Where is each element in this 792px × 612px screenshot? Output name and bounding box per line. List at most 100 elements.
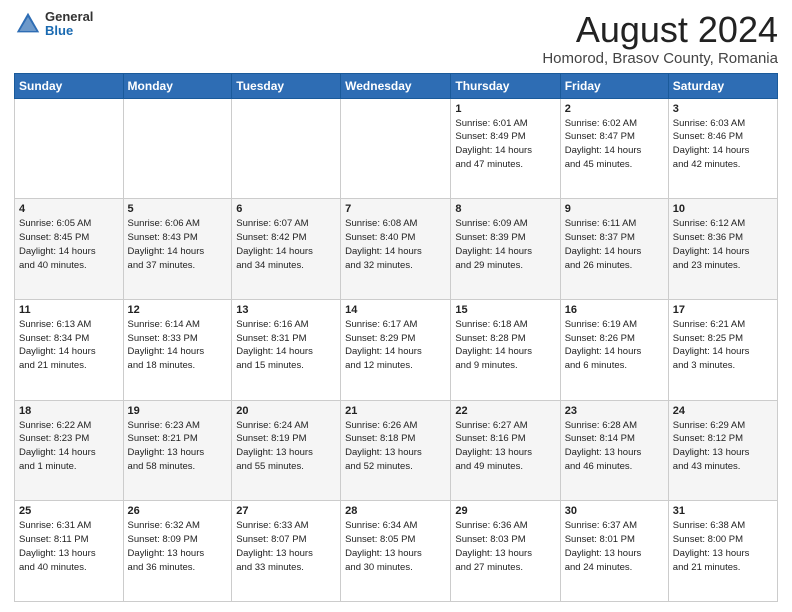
day-number: 23 [565, 405, 664, 417]
calendar-header-tuesday: Tuesday [232, 73, 341, 98]
calendar-week-3: 11 Sunrise: 6:13 AM Sunset: 8:34 PM Dayli… [15, 299, 778, 400]
day-number: 9 [565, 203, 664, 215]
calendar-cell [123, 98, 232, 199]
calendar-cell: 24Sunrise: 6:29 AM Sunset: 8:12 PM Dayli… [668, 400, 777, 501]
day-info: Sunrise: 6:28 AM Sunset: 8:14 PM Dayligh… [565, 419, 664, 474]
day-info: Sunrise: 6:08 AM Sunset: 8:40 PM Dayligh… [345, 217, 446, 272]
calendar-cell: 17 Sunrise: 6:21 AM Sunset: 8:25 PM Dayli… [668, 299, 777, 400]
calendar-cell: 31Sunrise: 6:38 AM Sunset: 8:00 PM Dayli… [668, 501, 777, 602]
calendar-header-monday: Monday [123, 73, 232, 98]
calendar-cell: 25 Sunrise: 6:31 AM Sunset: 8:11 PM Dayli… [15, 501, 124, 602]
day-number: 7 [345, 203, 446, 215]
calendar-cell: 18 Sunrise: 6:22 AM Sunset: 8:23 PM Dayli… [15, 400, 124, 501]
day-info: Sunrise: 6:07 AM Sunset: 8:42 PM Dayligh… [236, 217, 336, 272]
day-info: Sunrise: 6:22 AM Sunset: 8:23 PM Dayligh… [19, 419, 119, 474]
day-info: Sunrise: 6:27 AM Sunset: 8:16 PM Dayligh… [455, 419, 555, 474]
calendar-cell: 13 Sunrise: 6:16 AM Sunset: 8:31 PM Dayli… [232, 299, 341, 400]
day-number: 4 [19, 203, 119, 215]
logo: General Blue [14, 10, 93, 39]
calendar-header-saturday: Saturday [668, 73, 777, 98]
day-number: 21 [345, 405, 446, 417]
day-number: 12 [128, 304, 228, 316]
calendar-cell: 28 Sunrise: 6:34 AM Sunset: 8:05 PM Dayli… [341, 501, 451, 602]
day-info: Sunrise: 6:13 AM Sunset: 8:34 PM Dayligh… [19, 318, 119, 373]
calendar-cell: 27 Sunrise: 6:33 AM Sunset: 8:07 PM Dayli… [232, 501, 341, 602]
day-number: 18 [19, 405, 119, 417]
day-number: 5 [128, 203, 228, 215]
day-info: Sunrise: 6:31 AM Sunset: 8:11 PM Dayligh… [19, 519, 119, 574]
calendar-cell [232, 98, 341, 199]
calendar-week-2: 4 Sunrise: 6:05 AM Sunset: 8:45 PM Daylig… [15, 199, 778, 300]
day-number: 31 [673, 505, 773, 517]
calendar-header-friday: Friday [560, 73, 668, 98]
day-info: Sunrise: 6:05 AM Sunset: 8:45 PM Dayligh… [19, 217, 119, 272]
day-number: 28 [345, 505, 446, 517]
page-title: August 2024 [542, 10, 778, 50]
calendar-cell: 20Sunrise: 6:24 AM Sunset: 8:19 PM Dayli… [232, 400, 341, 501]
calendar-cell: 14Sunrise: 6:17 AM Sunset: 8:29 PM Dayli… [341, 299, 451, 400]
day-number: 6 [236, 203, 336, 215]
title-block: August 2024 Homorod, Brasov County, Roma… [542, 10, 778, 67]
day-info: Sunrise: 6:01 AM Sunset: 8:49 PM Dayligh… [455, 117, 555, 172]
day-info: Sunrise: 6:02 AM Sunset: 8:47 PM Dayligh… [565, 117, 664, 172]
calendar-week-5: 25 Sunrise: 6:31 AM Sunset: 8:11 PM Dayli… [15, 501, 778, 602]
day-info: Sunrise: 6:34 AM Sunset: 8:05 PM Dayligh… [345, 519, 446, 574]
calendar-cell: 12 Sunrise: 6:14 AM Sunset: 8:33 PM Dayli… [123, 299, 232, 400]
calendar-cell: 5 Sunrise: 6:06 AM Sunset: 8:43 PM Daylig… [123, 199, 232, 300]
calendar-header-wednesday: Wednesday [341, 73, 451, 98]
day-number: 25 [19, 505, 119, 517]
calendar-cell: 8Sunrise: 6:09 AM Sunset: 8:39 PM Daylig… [451, 199, 560, 300]
day-number: 27 [236, 505, 336, 517]
calendar-cell: 9 Sunrise: 6:11 AM Sunset: 8:37 PM Daylig… [560, 199, 668, 300]
day-number: 26 [128, 505, 228, 517]
page-subtitle: Homorod, Brasov County, Romania [542, 50, 778, 67]
calendar-cell: 16Sunrise: 6:19 AM Sunset: 8:26 PM Dayli… [560, 299, 668, 400]
day-number: 17 [673, 304, 773, 316]
day-info: Sunrise: 6:18 AM Sunset: 8:28 PM Dayligh… [455, 318, 555, 373]
calendar-header-row: SundayMondayTuesdayWednesdayThursdayFrid… [15, 73, 778, 98]
calendar: SundayMondayTuesdayWednesdayThursdayFrid… [14, 73, 778, 602]
day-number: 3 [673, 103, 773, 115]
logo-blue: Blue [45, 24, 93, 38]
day-number: 29 [455, 505, 555, 517]
day-number: 10 [673, 203, 773, 215]
day-info: Sunrise: 6:26 AM Sunset: 8:18 PM Dayligh… [345, 419, 446, 474]
calendar-cell: 4 Sunrise: 6:05 AM Sunset: 8:45 PM Daylig… [15, 199, 124, 300]
day-number: 15 [455, 304, 555, 316]
day-info: Sunrise: 6:23 AM Sunset: 8:21 PM Dayligh… [128, 419, 228, 474]
calendar-cell: 6 Sunrise: 6:07 AM Sunset: 8:42 PM Daylig… [232, 199, 341, 300]
calendar-cell: 10 Sunrise: 6:12 AM Sunset: 8:36 PM Dayli… [668, 199, 777, 300]
calendar-header-thursday: Thursday [451, 73, 560, 98]
day-number: 22 [455, 405, 555, 417]
day-info: Sunrise: 6:11 AM Sunset: 8:37 PM Dayligh… [565, 217, 664, 272]
logo-general: General [45, 10, 93, 24]
calendar-cell [15, 98, 124, 199]
page: General Blue August 2024 Homorod, Brasov… [0, 0, 792, 612]
logo-text: General Blue [45, 10, 93, 39]
day-info: Sunrise: 6:33 AM Sunset: 8:07 PM Dayligh… [236, 519, 336, 574]
day-number: 19 [128, 405, 228, 417]
day-info: Sunrise: 6:16 AM Sunset: 8:31 PM Dayligh… [236, 318, 336, 373]
day-number: 11 [19, 304, 119, 316]
day-info: Sunrise: 6:09 AM Sunset: 8:39 PM Dayligh… [455, 217, 555, 272]
day-number: 14 [345, 304, 446, 316]
calendar-cell: 29Sunrise: 6:36 AM Sunset: 8:03 PM Dayli… [451, 501, 560, 602]
day-info: Sunrise: 6:37 AM Sunset: 8:01 PM Dayligh… [565, 519, 664, 574]
calendar-week-1: 1Sunrise: 6:01 AM Sunset: 8:49 PM Daylig… [15, 98, 778, 199]
day-info: Sunrise: 6:29 AM Sunset: 8:12 PM Dayligh… [673, 419, 773, 474]
day-number: 13 [236, 304, 336, 316]
day-info: Sunrise: 6:12 AM Sunset: 8:36 PM Dayligh… [673, 217, 773, 272]
day-info: Sunrise: 6:14 AM Sunset: 8:33 PM Dayligh… [128, 318, 228, 373]
calendar-cell: 22 Sunrise: 6:27 AM Sunset: 8:16 PM Dayli… [451, 400, 560, 501]
day-info: Sunrise: 6:21 AM Sunset: 8:25 PM Dayligh… [673, 318, 773, 373]
header: General Blue August 2024 Homorod, Brasov… [14, 10, 778, 67]
calendar-cell: 26Sunrise: 6:32 AM Sunset: 8:09 PM Dayli… [123, 501, 232, 602]
calendar-cell: 1Sunrise: 6:01 AM Sunset: 8:49 PM Daylig… [451, 98, 560, 199]
day-info: Sunrise: 6:03 AM Sunset: 8:46 PM Dayligh… [673, 117, 773, 172]
day-info: Sunrise: 6:06 AM Sunset: 8:43 PM Dayligh… [128, 217, 228, 272]
calendar-cell: 30Sunrise: 6:37 AM Sunset: 8:01 PM Dayli… [560, 501, 668, 602]
calendar-cell [341, 98, 451, 199]
calendar-cell: 11 Sunrise: 6:13 AM Sunset: 8:34 PM Dayli… [15, 299, 124, 400]
day-number: 16 [565, 304, 664, 316]
calendar-cell: 7 Sunrise: 6:08 AM Sunset: 8:40 PM Daylig… [341, 199, 451, 300]
